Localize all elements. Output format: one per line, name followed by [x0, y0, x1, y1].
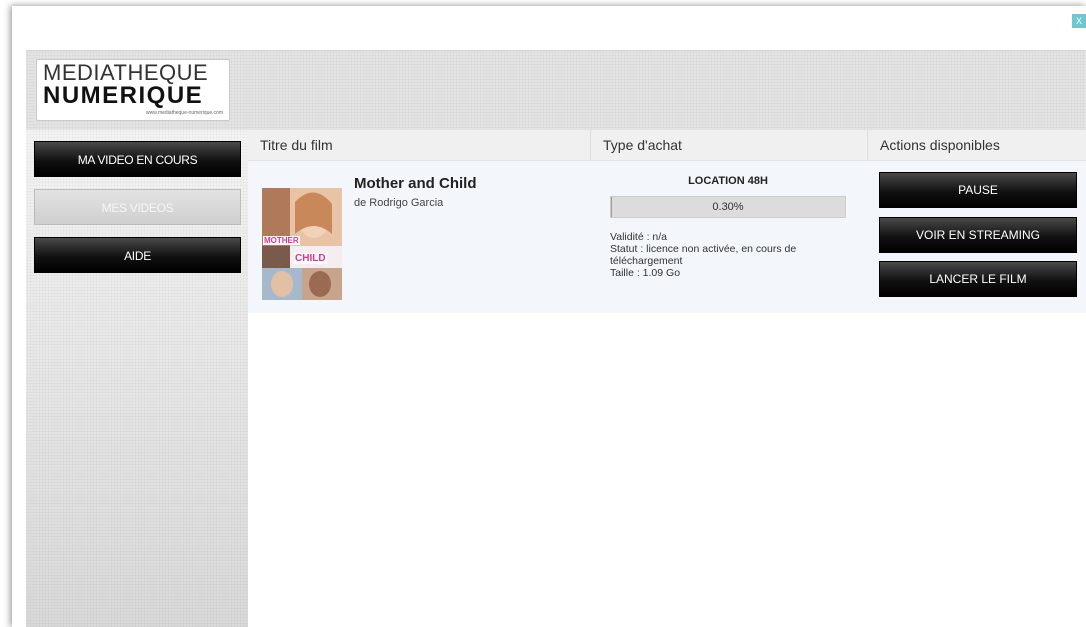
column-header-title: Titre du film: [260, 137, 333, 153]
launch-film-button[interactable]: LANCER LE FILM: [879, 261, 1077, 297]
poster-title-top: MOTHER: [263, 236, 300, 245]
logo-line-2: NUMERIQUE: [43, 82, 204, 109]
film-director: de Rodrigo Garcia: [354, 197, 444, 209]
poster-title-bottom: CHILD: [294, 253, 327, 264]
download-progress-label: 0.30%: [712, 201, 744, 213]
status-text: Statut : licence non activée, en cours d…: [610, 243, 797, 267]
download-progress-bar: 0.30%: [610, 196, 846, 218]
size-text: Taille : 1.09 Go: [610, 267, 681, 279]
film-poster: MOTHER CHILD: [262, 188, 342, 300]
logo-line-1: MEDIATHEQUE: [43, 60, 209, 85]
sidebar-item-aide[interactable]: AIDE: [34, 237, 241, 273]
sidebar: MA VIDEO EN COURS MES VIDEOS AIDE: [26, 130, 248, 627]
column-header-actions: Actions disponibles: [867, 130, 1086, 160]
stream-button[interactable]: VOIR EN STREAMING: [879, 217, 1077, 253]
column-header-purchase-type: Type d'achat: [590, 130, 867, 160]
header: MEDIATHEQUE NUMERIQUE www.mediatheque-nu…: [26, 50, 1086, 131]
logo-tagline: www.mediatheque-numerique.com: [146, 110, 223, 116]
film-title[interactable]: Mother and Child: [354, 175, 477, 192]
close-button[interactable]: X: [1072, 14, 1086, 28]
sidebar-item-mes-videos[interactable]: MES VIDEOS: [34, 189, 241, 225]
films-table: Titre du film Type d'achat Actions dispo…: [248, 130, 1086, 313]
purchase-type: LOCATION 48H: [688, 175, 768, 187]
logo: MEDIATHEQUE NUMERIQUE www.mediatheque-nu…: [36, 59, 230, 121]
table-header: Titre du film Type d'achat Actions dispo…: [248, 130, 1086, 161]
validity-text: Validité : n/a: [610, 231, 668, 243]
table-row: MOTHER CHILD Mother and Child de Rodrigo…: [248, 161, 1086, 313]
sidebar-item-ma-video-en-cours[interactable]: MA VIDEO EN COURS: [34, 141, 241, 177]
pause-button[interactable]: PAUSE: [879, 172, 1077, 208]
